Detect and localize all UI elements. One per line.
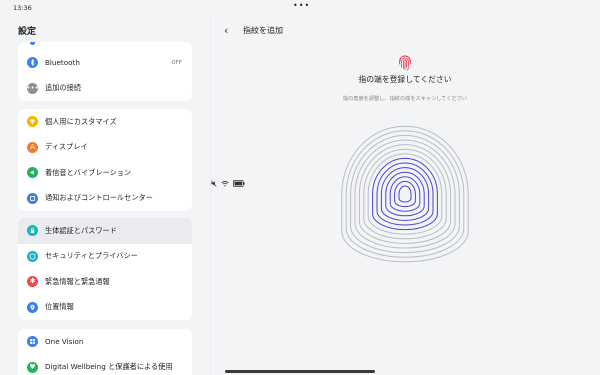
sidebar-item-emergency[interactable]: ✱ 緊急情報と緊急通報: [18, 269, 192, 295]
sidebar-item-label: Digital Wellbeing と保護者による使用: [45, 362, 173, 372]
personalize-icon: [27, 116, 38, 127]
fingerprint-ridge: [350, 134, 460, 254]
page-title: 指紋を追加: [243, 26, 283, 35]
sidebar-item-label: One Vision: [45, 337, 84, 347]
sidebar-item-label: 通知およびコントロールセンター: [45, 193, 153, 203]
sidebar-item-sound[interactable]: 着信音とバイブレーション: [18, 160, 192, 186]
sidebar-item-one-vision[interactable]: One Vision: [18, 329, 192, 355]
sidebar-title: 設定: [18, 27, 37, 37]
sidebar-item-biometrics[interactable]: 生体認証とパスワード: [18, 218, 192, 244]
sidebar-item-notifications[interactable]: 通知およびコントロールセンター: [18, 186, 192, 212]
sidebar-item-label: 生体認証とパスワード: [45, 225, 117, 235]
fingerprint-ridge: [394, 180, 416, 208]
enroll-heading: 指の端を登録してください: [358, 75, 452, 84]
fingerprint-enroll-pane: ‹ 指紋を追加 指の端を登録してください 指の角度を調整し、指紋の端をスキャンし…: [210, 14, 600, 375]
status-time: 13:36: [13, 4, 32, 12]
fingerprint-ridge: [354, 139, 456, 249]
settings-sidebar[interactable]: 設定 Bluetooth OFF ••• 追加の接続 個人用にカスタマイズ A …: [0, 14, 210, 375]
sidebar-item-label: 緊急情報と緊急通報: [45, 276, 110, 286]
back-arrow-icon[interactable]: ‹: [224, 24, 228, 37]
home-indicator[interactable]: [225, 370, 375, 373]
bluetooth-status-value: OFF: [171, 59, 182, 66]
fingerprint-sensor-graphic[interactable]: [338, 121, 472, 263]
sidebar-item-personalize[interactable]: 個人用にカスタマイズ: [18, 109, 192, 135]
fingerprint-small-icon: [399, 55, 411, 71]
sidebar-item-label: Bluetooth: [45, 58, 80, 68]
fingerprint-ridge: [398, 185, 412, 203]
wellbeing-icon: ♥: [27, 361, 38, 373]
sidebar-item-location[interactable]: 位置情報: [18, 295, 192, 321]
sidebar-item-label: ディスプレイ: [45, 142, 88, 152]
sidebar-item-label: セキュリティとプライバシー: [45, 251, 138, 261]
sidebar-item-label: 着信音とバイブレーション: [45, 167, 132, 177]
display-icon: A: [27, 141, 38, 153]
status-bar: 13:36 •••: [0, 0, 600, 187]
enroll-subtext: 指の角度を調整し、指紋の端をスキャンしてください: [342, 96, 468, 102]
lock-icon: [27, 225, 38, 236]
fingerprint-ridge: [380, 167, 430, 221]
sidebar-item-digital-wellbeing[interactable]: ♥ Digital Wellbeing と保護者による使用: [18, 355, 192, 375]
partial-item-icon: [30, 42, 35, 45]
more-dots-icon: •••: [26, 82, 39, 94]
location-icon: [27, 301, 38, 313]
shield-icon: [27, 250, 38, 262]
one-vision-icon: [27, 336, 38, 347]
fingerprint-ridge: [385, 171, 425, 217]
bluetooth-icon: [27, 57, 38, 68]
settings-card-personal: 個人用にカスタマイズ A ディスプレイ 着信音とバイブレーション 通知およびコン…: [18, 109, 192, 211]
fingerprint-ridge: [367, 153, 443, 235]
card-top-peek: [18, 42, 192, 50]
sidebar-item-label: 追加の接続: [45, 83, 81, 93]
sidebar-item-more-connections[interactable]: ••• 追加の接続: [18, 76, 192, 102]
settings-card-security: 生体認証とパスワード セキュリティとプライバシー ✱ 緊急情報と緊急通報 位置情…: [18, 218, 192, 320]
sidebar-item-display[interactable]: A ディスプレイ: [18, 135, 192, 161]
sidebar-item-security-privacy[interactable]: セキュリティとプライバシー: [18, 244, 192, 270]
sidebar-item-bluetooth[interactable]: Bluetooth OFF: [18, 50, 192, 76]
sidebar-item-label: 位置情報: [45, 302, 74, 312]
settings-card-connections: Bluetooth OFF ••• 追加の接続: [18, 42, 192, 101]
emergency-icon: ✱: [27, 276, 38, 287]
sound-icon: [27, 167, 38, 178]
notification-icon: [27, 192, 38, 204]
sidebar-item-label: 個人用にカスタマイズ: [45, 116, 117, 126]
settings-card-extras: One Vision ♥ Digital Wellbeing と保護者による使用: [18, 329, 192, 375]
